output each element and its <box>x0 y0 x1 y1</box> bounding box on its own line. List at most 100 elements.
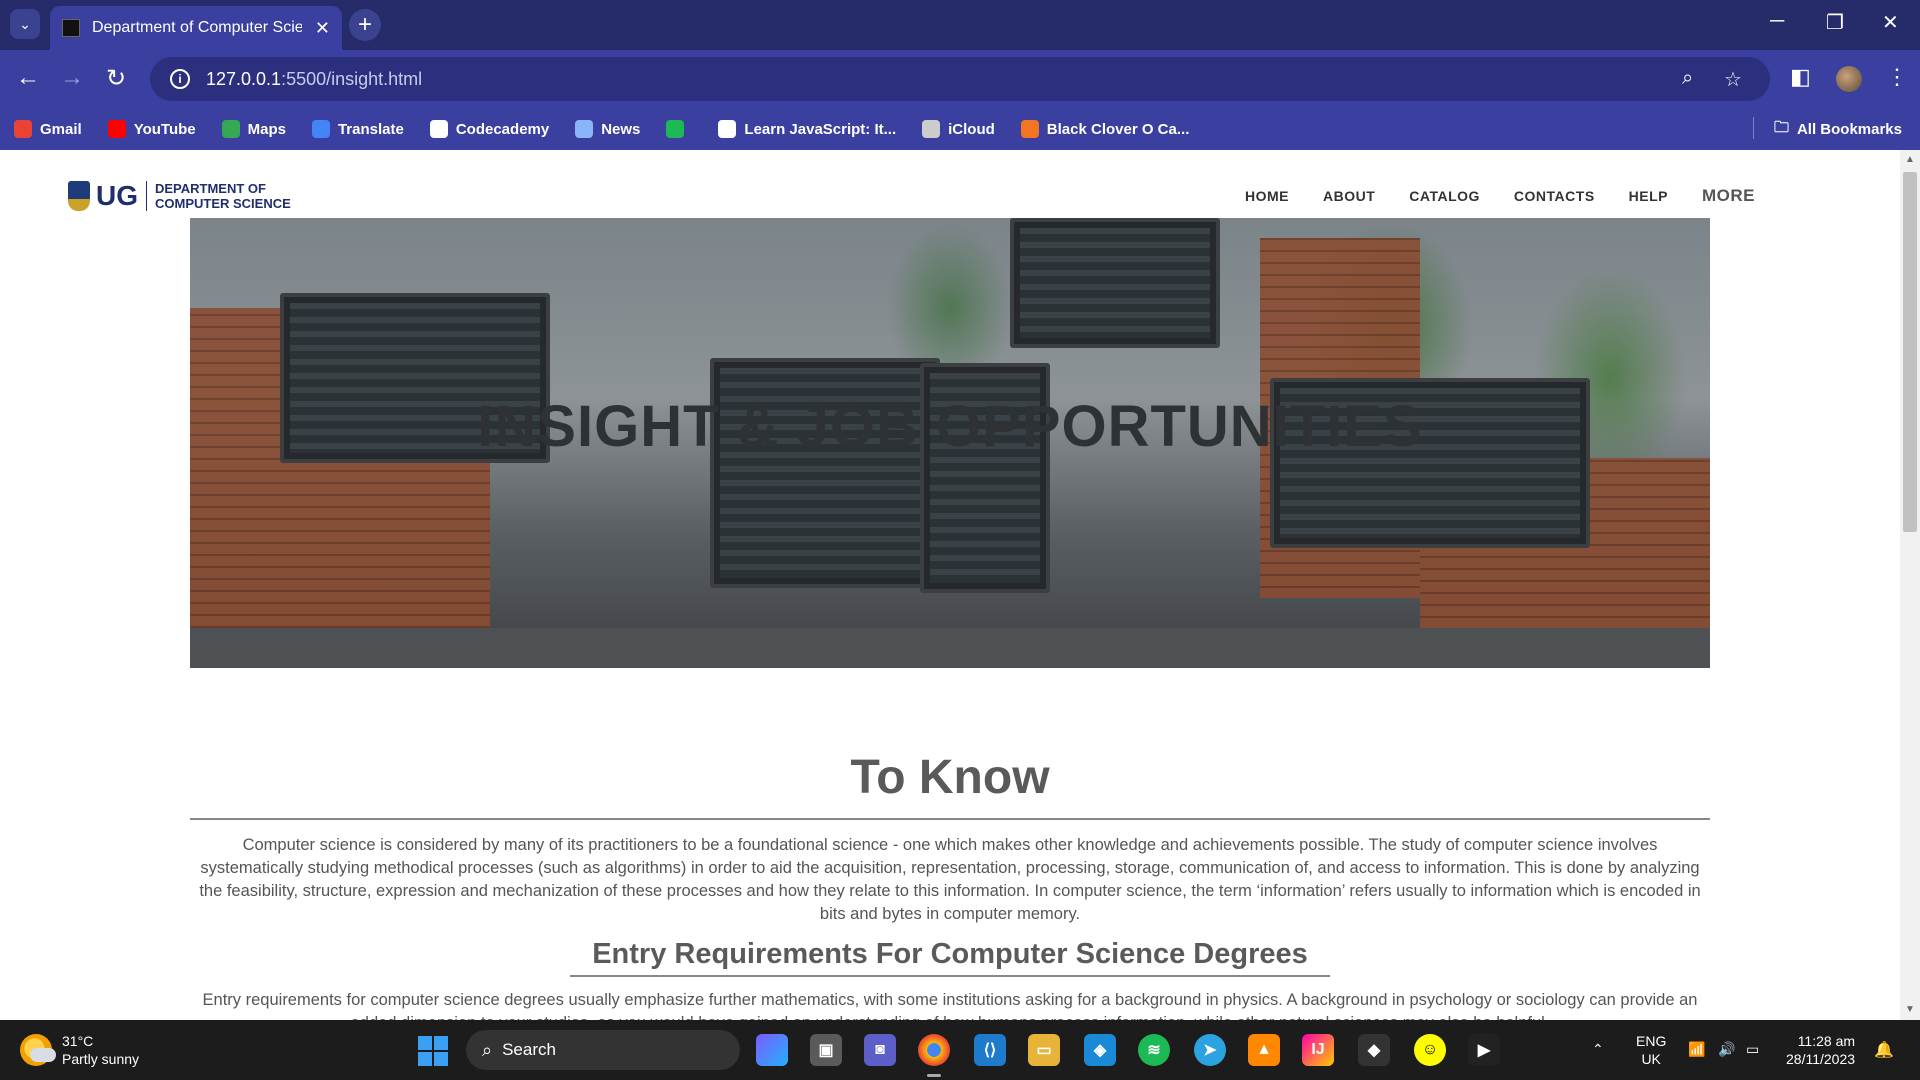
forward-icon[interactable]: → <box>60 64 84 92</box>
chrome-active-indicator <box>927 1074 941 1077</box>
logo-dept-line1: DEPARTMENT OF <box>155 181 266 196</box>
snapchat-icon[interactable]: ☺ <box>1414 1034 1446 1066</box>
maps-icon <box>221 120 240 138</box>
site-info-icon[interactable]: i <box>170 69 190 89</box>
gmail-icon <box>14 120 32 138</box>
bookmark-item[interactable]: Gmail <box>14 120 82 138</box>
youtube-icon <box>107 120 126 138</box>
tab-favicon-icon <box>62 19 80 37</box>
scroll-down-arrow-icon[interactable]: ▼ <box>1905 1004 1915 1015</box>
windows-taskbar: 31°C Partly sunny ⌕ Search ▣ ◙ ⟨⟩ ▭ ◈ ≋ … <box>0 1020 1920 1080</box>
clock-date: 28/11/2023 <box>1786 1051 1856 1067</box>
wifi-icon[interactable]: 📶 <box>1688 1040 1705 1058</box>
taskbar-search[interactable]: ⌕ Search <box>466 1030 740 1070</box>
close-tab-icon[interactable]: ✕ <box>315 18 330 39</box>
telegram-icon[interactable]: ➤ <box>1194 1034 1226 1066</box>
tab-search-button[interactable]: ⌄ <box>10 9 40 39</box>
bookmark-item[interactable]: Codecademy <box>429 120 550 138</box>
teams-chat-icon[interactable]: ◙ <box>864 1034 896 1066</box>
entry-requirements-paragraph: Entry requirements for computer science … <box>202 991 1698 1020</box>
tab-title: Department of Computer Scier <box>92 19 302 36</box>
menu-kebab-icon[interactable]: ⋮ <box>1886 64 1908 90</box>
search-icon: ⌕ <box>482 1039 493 1060</box>
language-indicator[interactable]: ENG UK <box>1636 1032 1666 1068</box>
profile-avatar[interactable] <box>1836 66 1862 92</box>
vlc-icon[interactable]: ▲ <box>1248 1034 1280 1066</box>
back-icon[interactable]: ← <box>16 64 40 92</box>
bookmark-label: YouTube <box>133 120 196 138</box>
bookmark-star-icon[interactable]: ☆ <box>1724 67 1742 92</box>
scroll-up-arrow-icon[interactable]: ▲ <box>1905 154 1915 165</box>
copilot-icon[interactable] <box>756 1034 788 1066</box>
bookmark-label: iCloud <box>948 120 995 138</box>
crunchyroll-icon <box>1020 120 1039 138</box>
bookmark-item[interactable]: Maps <box>221 120 286 138</box>
nav-help[interactable]: HELP <box>1629 188 1668 204</box>
nav-about[interactable]: ABOUT <box>1323 188 1375 204</box>
side-panel-icon[interactable]: ◧ <box>1790 64 1811 90</box>
bookmark-item[interactable]: iCloud <box>922 120 995 138</box>
address-bar[interactable]: i 127.0.0.1:5500/insight.html ⌕ ☆ <box>150 57 1770 101</box>
battery-icon[interactable]: ▭ <box>1746 1040 1759 1058</box>
bookmark-item[interactable]: Learn JavaScript: It... <box>718 120 896 138</box>
bookmark-item[interactable] <box>666 120 692 138</box>
app-icon[interactable]: ◈ <box>1084 1034 1116 1066</box>
terminal-app-icon[interactable]: ▶ <box>1468 1034 1500 1066</box>
nav-more[interactable]: MORE <box>1702 186 1755 206</box>
nav-contacts[interactable]: CONTACTS <box>1514 188 1595 204</box>
reload-icon[interactable]: ↻ <box>106 64 126 93</box>
site-logo[interactable]: UG DEPARTMENT OF COMPUTER SCIENCE <box>68 180 291 212</box>
codecademy-icon <box>429 120 448 138</box>
restore-icon[interactable]: ❐ <box>1826 10 1844 35</box>
logo-ug-text: UG <box>96 180 138 211</box>
active-tab[interactable]: Department of Computer Scier ✕ <box>50 6 342 50</box>
task-view-icon[interactable]: ▣ <box>810 1034 842 1066</box>
minimize-icon[interactable]: ─ <box>1770 10 1784 33</box>
entry-requirements-heading: Entry Requirements For Computer Science … <box>570 938 1330 977</box>
all-bookmarks-button[interactable]: 🗀 All Bookmarks <box>1774 117 1902 142</box>
zoom-icon[interactable]: ⌕ <box>1682 67 1693 90</box>
url-path: :5500/insight.html <box>281 68 423 89</box>
bookmark-item[interactable]: News <box>575 120 640 138</box>
weather-widget[interactable]: 31°C Partly sunny <box>20 1032 139 1068</box>
section-divider <box>190 818 1710 820</box>
spotify-icon <box>666 120 685 138</box>
volume-icon[interactable]: 🔊 <box>1718 1040 1735 1058</box>
toolbar: ← → ↻ i 127.0.0.1:5500/insight.html ⌕ ☆ … <box>0 50 1920 108</box>
main-content: To Know Computer science is considered b… <box>190 750 1710 1020</box>
clock-time: 11:28 am <box>1797 1033 1856 1049</box>
bookmark-label: Codecademy <box>455 120 550 138</box>
news-icon <box>575 120 594 138</box>
ug-crest-icon <box>68 181 90 211</box>
notification-bell-icon[interactable]: 🔔 <box>1874 1040 1894 1060</box>
file-explorer-icon[interactable]: ▭ <box>1028 1034 1060 1066</box>
partly-sunny-icon <box>20 1034 56 1066</box>
git-icon[interactable]: ◆ <box>1358 1034 1390 1066</box>
tab-strip: ⌄ Department of Computer Scier ✕ + ─ ❐ ✕ <box>0 0 1920 50</box>
show-hidden-icons[interactable]: ⌃ <box>1592 1040 1604 1058</box>
scrollbar-thumb[interactable] <box>1903 172 1917 532</box>
taskbar-clock[interactable]: 11:28 am 28/11/2023 <box>1786 1032 1855 1068</box>
to-know-paragraph: Computer science is considered by many o… <box>199 836 1701 923</box>
intellij-icon[interactable]: IJ <box>1302 1034 1334 1066</box>
spotify-icon[interactable]: ≋ <box>1138 1034 1170 1066</box>
taskbar-search-label: Search <box>502 1040 556 1059</box>
start-button[interactable] <box>418 1036 448 1066</box>
globe-icon <box>718 120 737 138</box>
bookmark-item[interactable]: Black Clover O Ca... <box>1020 120 1189 138</box>
new-tab-button[interactable]: + <box>349 9 381 41</box>
logo-dept-line2: COMPUTER SCIENCE <box>155 196 291 211</box>
apple-icon <box>922 120 941 138</box>
url-host: 127.0.0.1 <box>206 68 282 89</box>
bookmarks-bar: Gmail YouTube Maps Translate Codecademy News L… <box>0 108 1920 150</box>
chrome-icon[interactable] <box>918 1034 950 1066</box>
close-window-icon[interactable]: ✕ <box>1882 10 1899 35</box>
bookmark-label: Maps <box>247 120 286 138</box>
bookmark-item[interactable]: YouTube <box>107 120 196 138</box>
weather-condition: Partly sunny <box>62 1051 140 1067</box>
nav-home[interactable]: HOME <box>1245 188 1289 204</box>
vscode-icon[interactable]: ⟨⟩ <box>974 1034 1006 1066</box>
bookmarks-separator <box>1753 117 1754 139</box>
nav-catalog[interactable]: CATALOG <box>1409 188 1480 204</box>
bookmark-item[interactable]: Translate <box>311 120 404 138</box>
